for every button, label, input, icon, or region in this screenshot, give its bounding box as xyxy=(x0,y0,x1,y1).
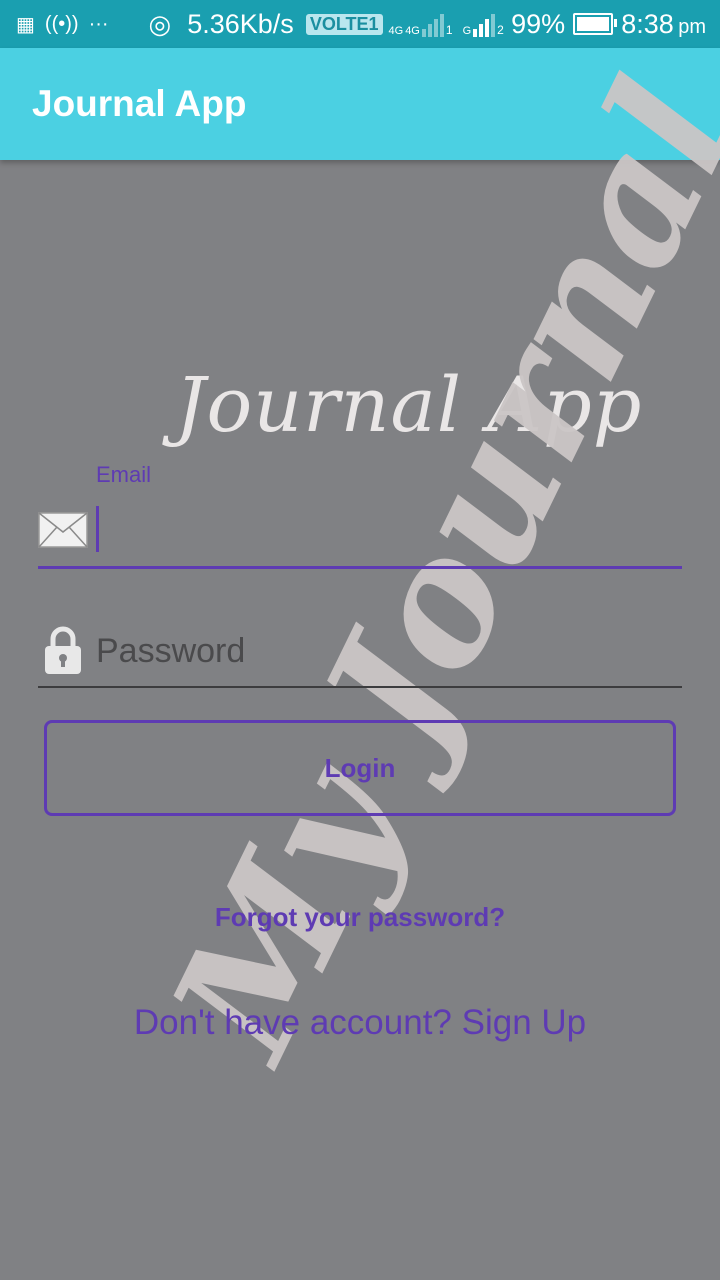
clock-ampm: pm xyxy=(678,15,706,38)
envelope-icon xyxy=(38,512,88,552)
password-field[interactable] xyxy=(96,626,656,676)
notification-grid-icon: ▦ xyxy=(16,13,35,36)
sim2-label: 2 xyxy=(497,23,504,37)
volte-badge: VOLTE1 xyxy=(305,13,383,35)
clock-time: 8:38 xyxy=(621,8,674,39)
app-title: Journal App xyxy=(32,83,247,124)
wifi-data-icon: ◎ xyxy=(148,8,172,39)
net-label-2: 4G xyxy=(405,25,420,37)
status-bar: ▦ ((•)) ··· ◎ 5.36Kb/s VOLTE1 4G 4G 1 G … xyxy=(0,0,720,48)
email-field[interactable] xyxy=(96,506,99,552)
net-label-1: 4G xyxy=(388,25,404,37)
status-right: 99% 8:38 pm xyxy=(511,9,720,40)
status-left: ▦ ((•)) ··· xyxy=(0,12,109,37)
sim1-label: 1 xyxy=(445,23,453,37)
battery-icon xyxy=(573,13,618,35)
signal-icon: 4G 4G 1 G 2 xyxy=(389,11,504,37)
battery-fill xyxy=(577,17,609,31)
signup-link[interactable]: Don't have account? Sign Up xyxy=(0,1003,720,1043)
email-label: Email xyxy=(96,462,152,487)
email-underline xyxy=(38,566,682,569)
network-speed: 5.36Kb/s xyxy=(187,8,294,39)
password-underline xyxy=(38,686,682,688)
forgot-password-link[interactable]: Forgot your password? xyxy=(0,902,720,933)
net-label-3: G xyxy=(462,25,472,37)
login-button[interactable]: Login xyxy=(44,720,676,816)
battery-percentage: 99% xyxy=(511,8,566,39)
hotspot-icon: ((•)) xyxy=(44,12,79,35)
lock-icon xyxy=(44,625,82,679)
more-notifications-text: ··· xyxy=(88,12,109,35)
